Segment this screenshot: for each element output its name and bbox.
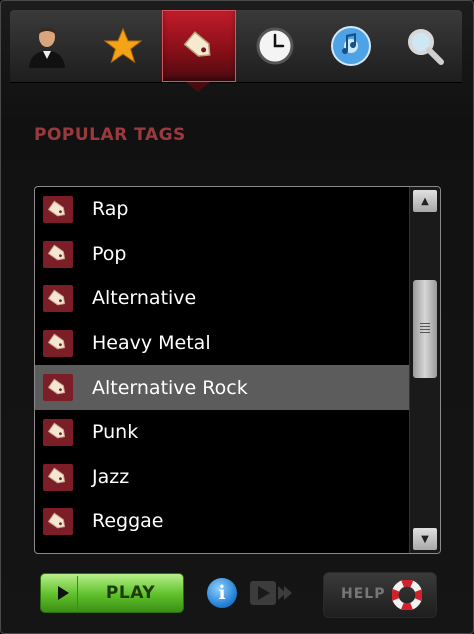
tab-bar — [10, 10, 462, 83]
tab-search[interactable] — [388, 10, 462, 82]
help-label: HELP — [341, 586, 386, 602]
active-tab-pointer — [186, 82, 210, 92]
tag-label: Alternative — [92, 287, 197, 310]
lifebuoy-icon — [392, 580, 422, 610]
tag-label: Pop — [92, 242, 127, 265]
tag-label: Rap — [92, 198, 129, 221]
tag-list-panel: Rap Pop Alternative Heavy Metal Alternative … — [34, 186, 441, 554]
skip-icon — [250, 581, 292, 605]
play-icon — [49, 576, 78, 610]
tag-icon — [43, 329, 73, 357]
tag-list: Rap Pop Alternative Heavy Metal Alternative … — [35, 187, 409, 544]
scrollbar[interactable]: ▲ ▼ — [409, 187, 440, 553]
tag-icon — [43, 374, 73, 402]
help-button[interactable]: HELP — [323, 572, 437, 618]
play-label: PLAY — [105, 583, 156, 603]
tag-label: Heavy Metal — [92, 332, 211, 355]
tab-tags[interactable] — [162, 10, 236, 82]
tag-list-item[interactable]: Alternative Rock — [35, 365, 409, 410]
tag-icon — [43, 285, 73, 313]
tag-list-item[interactable]: Rap — [35, 187, 409, 232]
star-icon — [104, 27, 142, 64]
tab-profile[interactable] — [10, 10, 84, 82]
tab-music[interactable] — [314, 10, 388, 82]
music-disc-icon — [331, 26, 371, 66]
info-button[interactable]: i — [207, 578, 237, 608]
user-icon — [29, 27, 65, 68]
tag-icon — [183, 31, 211, 57]
play-button[interactable]: PLAY — [40, 573, 184, 613]
tag-list-item[interactable]: Pop — [35, 232, 409, 277]
tag-list-item[interactable]: Punk — [35, 410, 409, 455]
tag-label: Punk — [92, 421, 139, 444]
section-title: POPULAR TAGS — [34, 125, 186, 145]
tag-label: Reggae — [92, 510, 164, 533]
tag-list-item[interactable]: Alternative — [35, 276, 409, 321]
tag-list-item[interactable]: Heavy Metal — [35, 321, 409, 366]
tag-list-item[interactable]: Jazz — [35, 455, 409, 500]
scroll-thumb[interactable] — [413, 280, 437, 378]
tab-favorites[interactable] — [86, 10, 160, 82]
tag-list-item[interactable]: Reggae — [35, 499, 409, 544]
tag-icon — [43, 240, 73, 268]
scroll-down-button[interactable]: ▼ — [413, 528, 437, 550]
tag-icon — [43, 196, 73, 223]
tag-label: Jazz — [92, 465, 130, 488]
tag-icon — [43, 508, 73, 536]
search-icon — [408, 29, 444, 65]
scroll-up-button[interactable]: ▲ — [413, 190, 437, 212]
tab-history[interactable] — [238, 10, 312, 82]
grip-icon — [420, 323, 430, 335]
tag-icon — [43, 418, 73, 446]
skip-button[interactable] — [248, 579, 294, 607]
clock-icon — [256, 27, 294, 65]
tag-icon — [43, 463, 73, 491]
info-icon: i — [218, 582, 226, 604]
tag-label: Alternative Rock — [92, 376, 248, 399]
